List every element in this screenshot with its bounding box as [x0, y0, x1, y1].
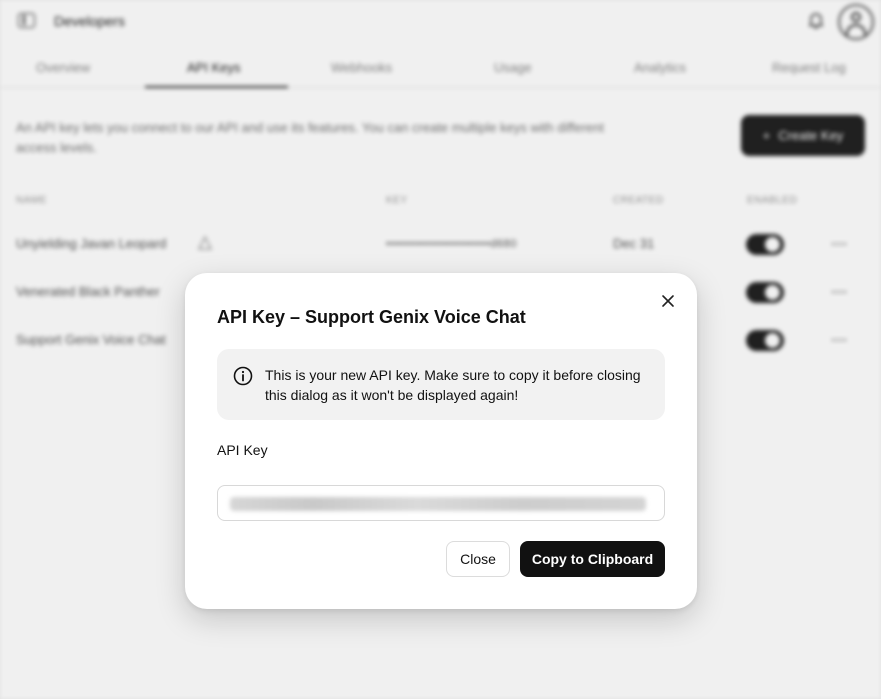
notice-text: This is your new API key. Make sure to c… [265, 367, 641, 403]
info-icon [233, 366, 253, 386]
dialog-title: API Key – Support Genix Voice Chat [217, 307, 526, 327]
api-key-dialog: API Key – Support Genix Voice Chat This … [185, 273, 697, 609]
close-button[interactable]: Close [446, 541, 510, 577]
api-key-field[interactable] [217, 485, 665, 521]
close-icon[interactable] [660, 293, 676, 309]
api-key-label: API Key [217, 442, 268, 458]
copy-to-clipboard-button[interactable]: Copy to Clipboard [520, 541, 665, 577]
blurred-api-key [230, 497, 646, 511]
notice-box: This is your new API key. Make sure to c… [217, 349, 665, 420]
